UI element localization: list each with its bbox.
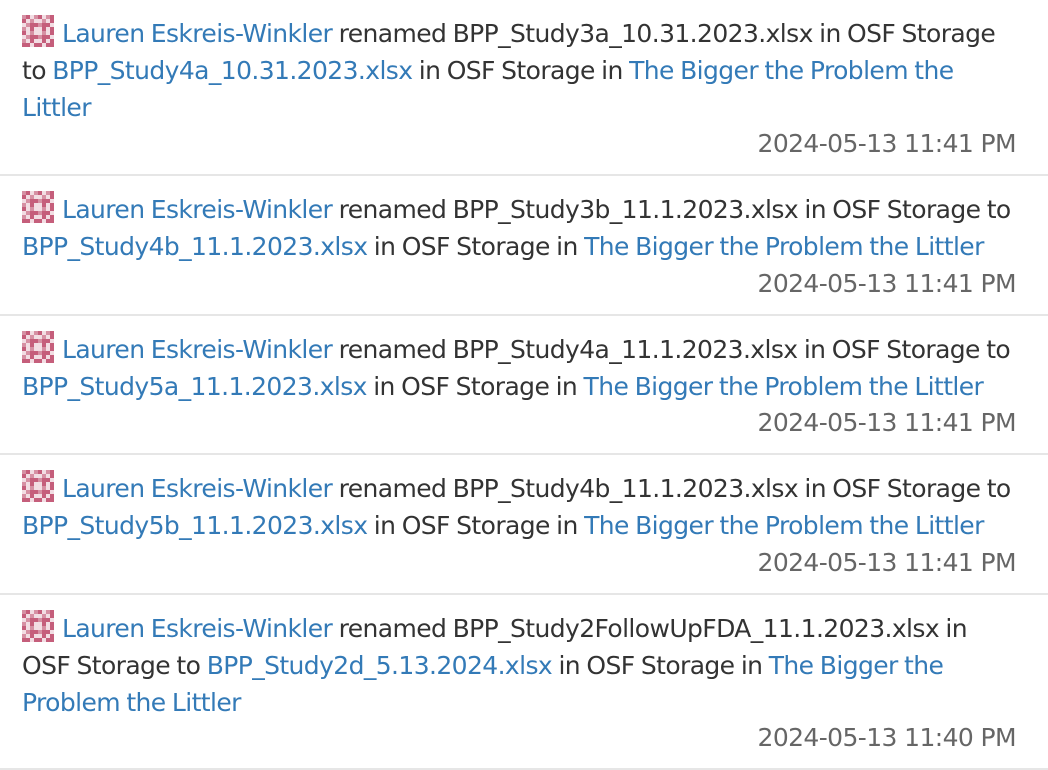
old-file-name: BPP_Study4b_11.1.2023.xlsx [452,474,799,503]
identicon-avatar-icon [22,610,54,642]
action-verb: renamed [332,614,453,643]
new-file-link[interactable]: BPP_Study4a_10.31.2023.xlsx [52,56,413,85]
log-entry: Lauren Eskreis-Winkler renamed BPP_Study… [0,455,1048,595]
log-entry-text: Lauren Eskreis-Winkler renamed BPP_Study… [22,191,1020,265]
storage-text: in OSF Storage in [366,372,584,401]
user-link[interactable]: Lauren Eskreis-Winkler [62,614,333,643]
storage-text: in OSF Storage in [367,511,585,540]
storage-text: in OSF Storage in [412,56,630,85]
project-link[interactable]: The Bigger the Problem the Littler [584,372,984,401]
user-link[interactable]: Lauren Eskreis-Winkler [62,474,333,503]
log-entry-text: Lauren Eskreis-Winkler renamed BPP_Study… [22,470,1020,544]
user-link[interactable]: Lauren Eskreis-Winkler [62,195,333,224]
identicon-avatar-icon [22,15,54,47]
new-file-link[interactable]: BPP_Study5a_11.1.2023.xlsx [22,372,367,401]
old-file-name: BPP_Study3b_11.1.2023.xlsx [452,195,799,224]
log-timestamp: 2024-05-13 11:41 PM [757,548,1017,577]
action-verb: renamed [332,474,453,503]
log-entry-text: Lauren Eskreis-Winkler renamed BPP_Study… [22,331,1020,405]
log-entry-text: Lauren Eskreis-Winkler renamed BPP_Study… [22,15,1020,126]
old-file-name: BPP_Study4a_11.1.2023.xlsx [452,335,798,364]
log-entry: Lauren Eskreis-Winkler renamed BPP_Study… [0,0,1048,176]
log-entry: Lauren Eskreis-Winkler renamed BPP_Study… [0,176,1048,316]
new-file-link[interactable]: BPP_Study4b_11.1.2023.xlsx [22,232,368,261]
new-file-link[interactable]: BPP_Study5b_11.1.2023.xlsx [22,511,368,540]
storage-text: in OSF Storage to [797,335,1011,364]
storage-text: in OSF Storage in [367,232,585,261]
log-entry: Lauren Eskreis-Winkler renamed BPP_Study… [0,316,1048,455]
log-timestamp: 2024-05-13 11:41 PM [757,269,1017,298]
new-file-link[interactable]: BPP_Study2d_5.13.2024.xlsx [207,651,553,680]
storage-text: in OSF Storage to [798,195,1011,224]
project-link[interactable]: The Bigger the Problem the Littler [584,232,984,261]
action-verb: renamed [332,335,453,364]
identicon-avatar-icon [22,191,54,223]
log-timestamp: 2024-05-13 11:41 PM [757,408,1017,437]
project-link[interactable]: The Bigger the Problem the Littler [584,511,984,540]
old-file-name: BPP_Study3a_10.31.2023.xlsx [452,19,814,48]
action-verb: renamed [332,19,453,48]
storage-text: in OSF Storage in [552,651,769,680]
old-file-name: BPP_Study2FollowUpFDA_11.1.2023.xlsx [452,614,940,643]
activity-log-feed: Lauren Eskreis-Winkler renamed BPP_Study… [0,0,1048,770]
user-link[interactable]: Lauren Eskreis-Winkler [62,19,333,48]
identicon-avatar-icon [22,331,54,363]
log-timestamp: 2024-05-13 11:41 PM [757,129,1017,158]
identicon-avatar-icon [22,470,54,502]
user-link[interactable]: Lauren Eskreis-Winkler [62,335,333,364]
storage-text: in OSF Storage to [798,474,1011,503]
log-timestamp: 2024-05-13 11:40 PM [757,723,1017,752]
action-verb: renamed [332,195,453,224]
log-entry-text: Lauren Eskreis-Winkler renamed BPP_Study… [22,610,1020,721]
log-entry: Lauren Eskreis-Winkler renamed BPP_Study… [0,595,1048,770]
